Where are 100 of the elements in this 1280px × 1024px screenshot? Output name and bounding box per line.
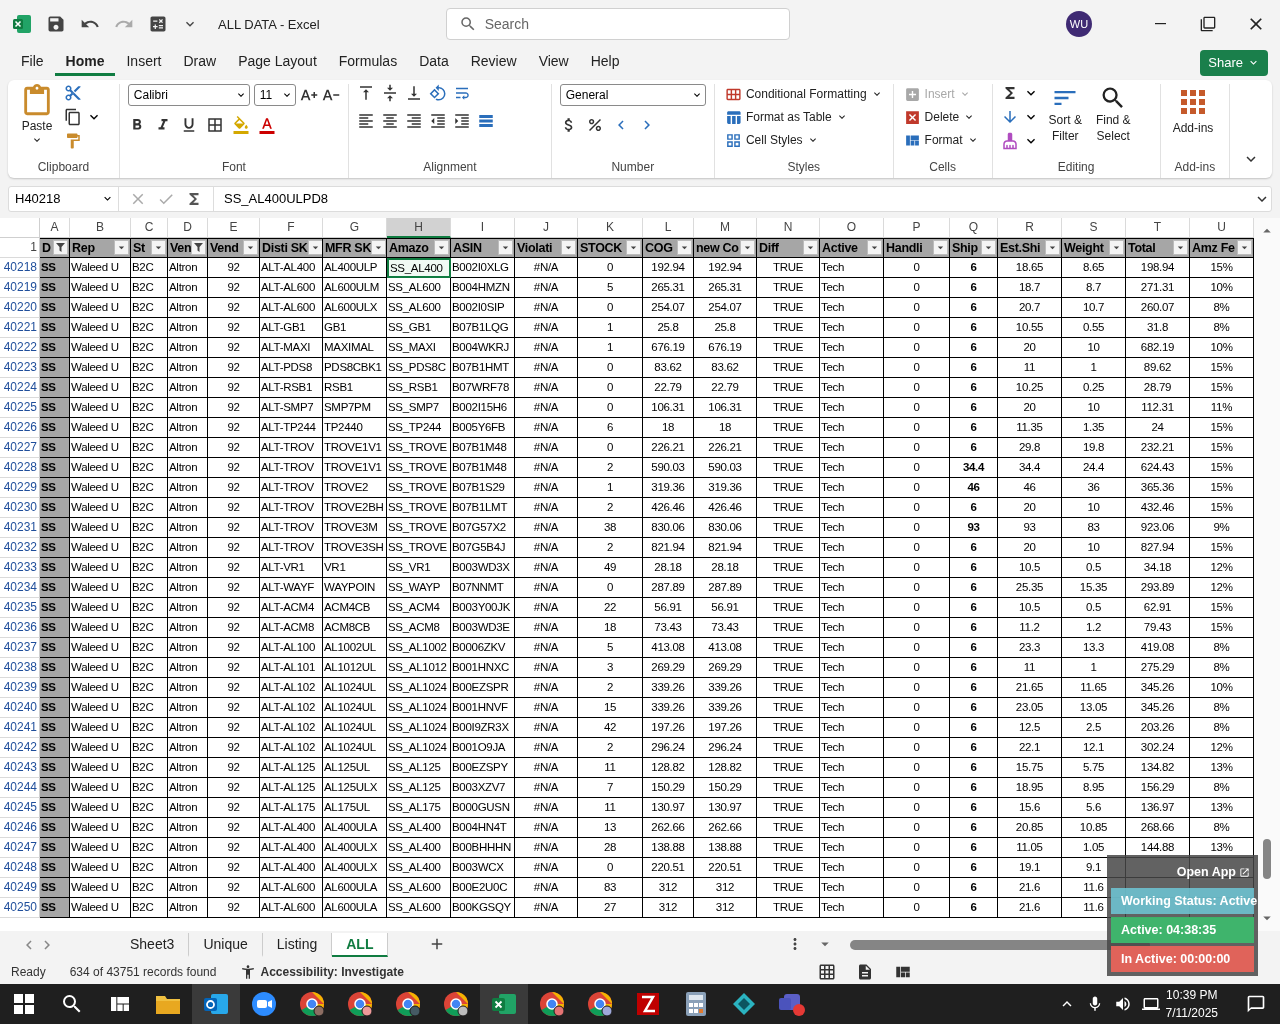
scroll-thumb[interactable] xyxy=(1263,839,1271,880)
eraser-icon[interactable] xyxy=(1000,131,1019,150)
menu-tab[interactable]: Formulas xyxy=(327,49,409,77)
column-header[interactable]: N xyxy=(757,217,820,238)
filter-dropdown-icon[interactable] xyxy=(307,240,322,256)
table-cell: 287.89 xyxy=(643,577,694,598)
styles-button[interactable]: Conditional Formatting xyxy=(722,83,885,105)
column-header[interactable]: D xyxy=(168,217,208,238)
cut-icon[interactable] xyxy=(64,83,82,102)
paste-button[interactable]: Paste xyxy=(16,83,58,158)
table-cell: 0 xyxy=(884,797,950,818)
browser-icon[interactable] xyxy=(347,991,373,1017)
table-cell: AL600ULX xyxy=(323,297,387,318)
browser-icon[interactable] xyxy=(539,991,565,1017)
column-header[interactable]: P xyxy=(884,217,950,238)
format-painter-icon[interactable] xyxy=(64,131,82,150)
clock[interactable]: 10:39 PM 7/11/2025 xyxy=(1165,986,1218,1022)
sheet-tab[interactable]: Sheet3 xyxy=(116,933,190,958)
menu-tab[interactable]: Review xyxy=(459,49,528,77)
mail-app-icon[interactable] xyxy=(192,984,240,1024)
sheet-tab[interactable]: ALL xyxy=(332,933,389,958)
column-header[interactable]: A xyxy=(40,217,70,238)
align-right-icon[interactable] xyxy=(405,111,424,130)
font-size-dropdown[interactable]: 11 xyxy=(253,83,296,106)
accessibility-status[interactable]: Accessibility: Investigate xyxy=(260,964,404,979)
increase-indent-icon[interactable] xyxy=(453,111,472,130)
table-cell: 0 xyxy=(884,377,950,398)
borders-icon[interactable] xyxy=(205,115,224,134)
column-header[interactable]: S xyxy=(1062,217,1126,238)
table-cell: 0 xyxy=(578,357,643,378)
column-header[interactable]: J xyxy=(515,217,578,238)
copy-icon[interactable] xyxy=(64,107,82,126)
column-header[interactable]: T xyxy=(1126,217,1190,238)
calculator-icon[interactable] xyxy=(148,14,168,34)
menu-tab[interactable]: File xyxy=(10,49,55,77)
normal-view-icon[interactable] xyxy=(817,962,836,981)
table-cell: B00EZSPR xyxy=(451,677,515,698)
menu-tab[interactable]: View xyxy=(527,49,580,77)
table-cell: 0 xyxy=(884,857,950,878)
browser-icon[interactable] xyxy=(443,991,469,1017)
table-cell: SS xyxy=(40,877,70,898)
cells-button[interactable]: Format xyxy=(901,129,981,151)
column-header[interactable]: B xyxy=(70,217,131,238)
align-center-icon[interactable] xyxy=(381,111,400,130)
volume-icon[interactable] xyxy=(1113,995,1132,1013)
column-header[interactable]: O xyxy=(820,217,884,238)
cells-button[interactable]: Delete xyxy=(901,106,978,128)
add-ins-button[interactable]: Add-ins xyxy=(1168,83,1218,158)
header-text: new Co xyxy=(696,240,739,255)
sheet-tab[interactable]: Unique xyxy=(189,933,263,958)
spreadsheet-app-icon[interactable] xyxy=(480,984,528,1024)
column-header[interactable]: M xyxy=(694,217,757,238)
column-header[interactable]: E xyxy=(208,217,260,238)
table-cell: 6 xyxy=(950,557,998,578)
column-header[interactable]: L xyxy=(643,217,694,238)
table-cell: Tech xyxy=(820,477,884,498)
formula-content[interactable]: SS_AL400ULPD8 xyxy=(214,191,1253,207)
sort-filter-button[interactable]: Sort & Filter xyxy=(1044,83,1086,158)
network-icon[interactable] xyxy=(1141,995,1160,1013)
name-box[interactable]: H40218 xyxy=(9,186,119,211)
align-left-icon[interactable] xyxy=(357,111,376,130)
column-header[interactable]: F xyxy=(260,217,323,238)
menu-tab[interactable]: Home xyxy=(54,49,116,77)
save-icon[interactable] xyxy=(46,14,66,34)
filter-active-icon[interactable] xyxy=(53,240,68,256)
column-header[interactable]: H xyxy=(387,217,451,238)
table-cell: ALT-MAXI xyxy=(260,337,323,358)
column-header[interactable]: Q xyxy=(950,217,998,238)
menu-tab[interactable]: Data xyxy=(408,49,460,77)
orientation-icon[interactable] xyxy=(429,83,448,102)
user-avatar[interactable]: WU xyxy=(1066,11,1092,37)
menu-tab[interactable]: Help xyxy=(579,49,631,77)
table-cell: 92 xyxy=(208,797,260,818)
number-format-dropdown[interactable]: General xyxy=(559,83,706,106)
column-header[interactable]: U xyxy=(1190,217,1254,238)
font-color-icon[interactable] xyxy=(257,115,276,134)
column-header[interactable]: R xyxy=(998,217,1062,238)
table-cell: Tech xyxy=(820,657,884,678)
table-cell: SS_AL400 xyxy=(387,257,451,278)
find-select-button[interactable]: Find & Select xyxy=(1091,83,1135,158)
share-button[interactable]: Share xyxy=(1200,50,1268,76)
column-header[interactable]: K xyxy=(578,217,643,238)
search-field[interactable]: Search xyxy=(445,8,790,40)
column-header[interactable]: C xyxy=(131,217,168,238)
browser-icon[interactable] xyxy=(299,991,325,1017)
menu-tab[interactable]: Insert xyxy=(115,49,173,77)
styles-button[interactable]: Format as Table xyxy=(722,106,850,128)
filter-active-icon[interactable] xyxy=(191,240,207,256)
menu-tab[interactable]: Page Layout xyxy=(227,49,328,77)
browser-icon[interactable] xyxy=(395,991,421,1017)
column-header[interactable]: G xyxy=(323,217,387,238)
styles-button[interactable]: Cell Styles xyxy=(722,129,821,151)
font-family-dropdown[interactable]: Calibri xyxy=(127,83,250,106)
menu-tab[interactable]: Draw xyxy=(172,49,228,77)
table-cell: 0 xyxy=(884,297,950,318)
fill-color-icon[interactable] xyxy=(231,115,250,134)
spreadsheet-app-icon[interactable] xyxy=(12,14,32,34)
browser-icon[interactable] xyxy=(587,991,613,1017)
decrease-indent-icon[interactable] xyxy=(429,111,448,130)
column-header[interactable]: I xyxy=(451,217,515,238)
